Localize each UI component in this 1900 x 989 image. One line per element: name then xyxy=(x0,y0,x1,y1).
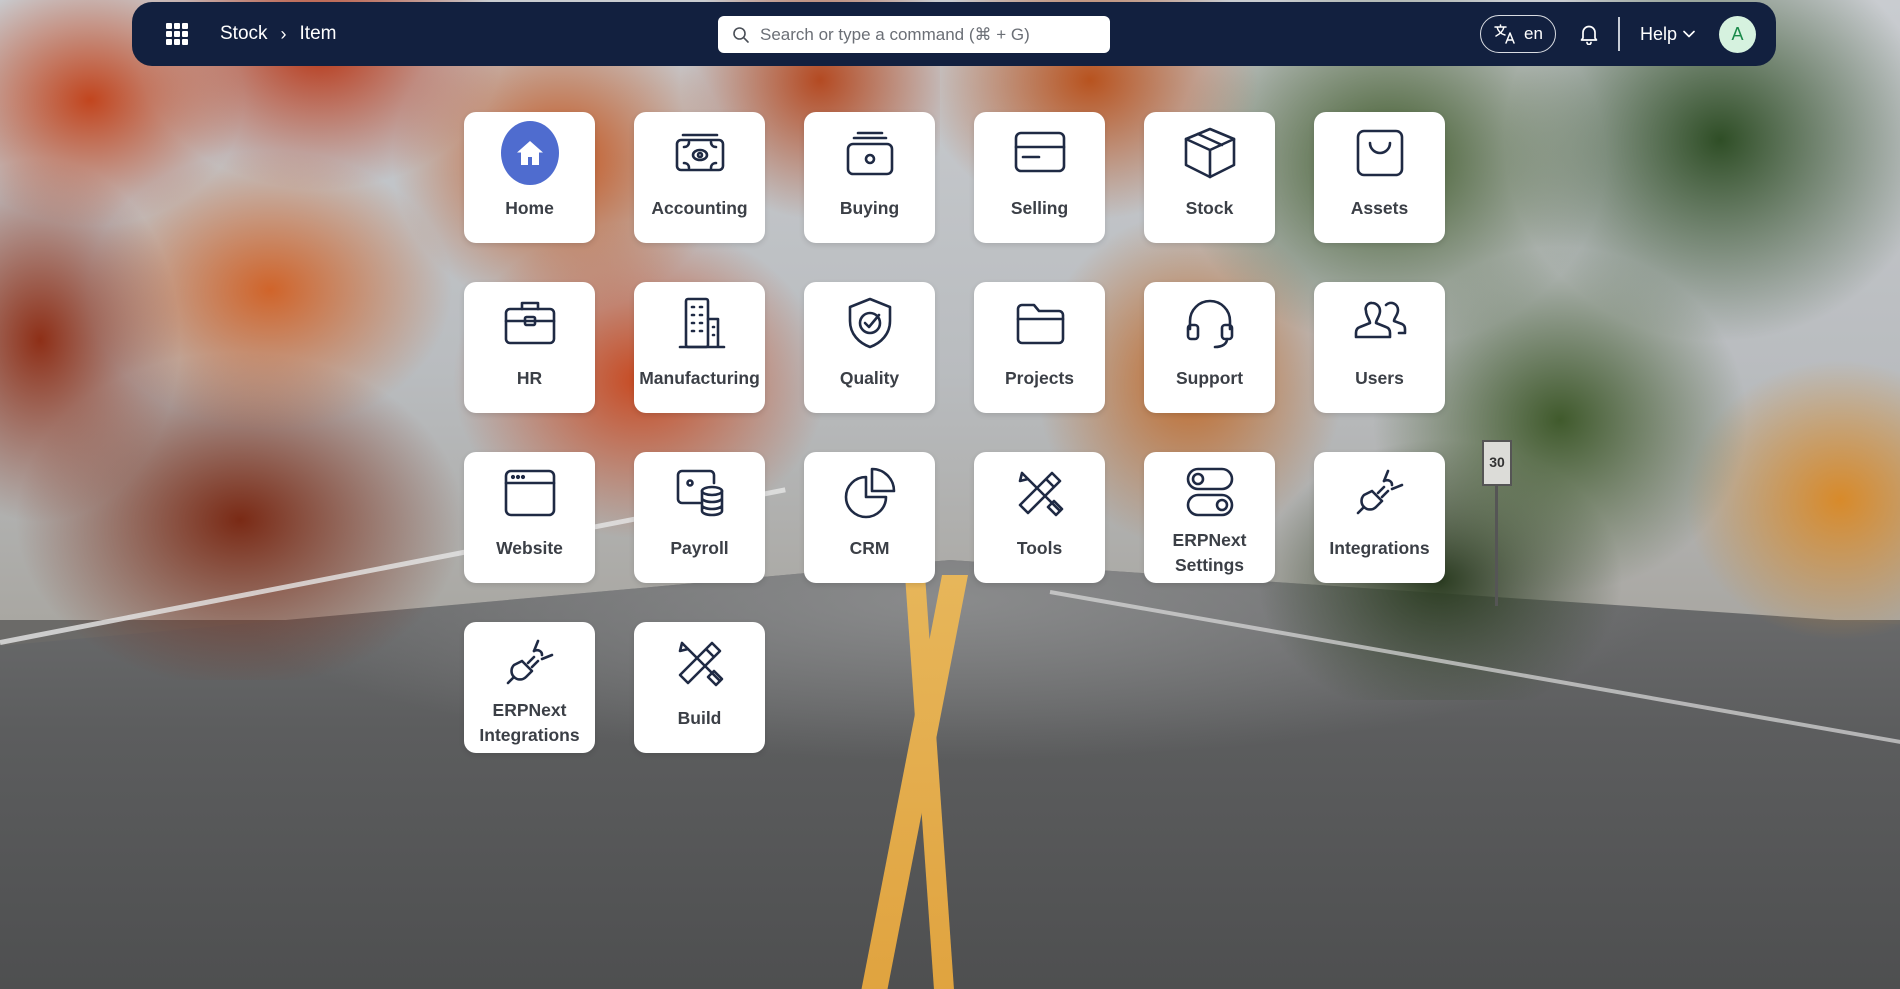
app-label: Build xyxy=(677,708,722,728)
app-tile-stock[interactable]: Stock xyxy=(1144,112,1275,243)
speed-limit-sign: 30 xyxy=(1482,440,1512,486)
headset-icon xyxy=(1186,299,1233,349)
app-tile-payroll[interactable]: Payroll xyxy=(634,452,765,583)
browser-window-icon xyxy=(504,469,555,517)
breadcrumb-item[interactable]: Item xyxy=(300,23,337,45)
app-label: ERPNext Settings xyxy=(1172,530,1247,575)
help-label: Help xyxy=(1639,23,1677,44)
app-tile-projects[interactable]: Projects xyxy=(974,282,1105,413)
money-icon xyxy=(675,133,724,172)
app-label: Manufacturing xyxy=(639,368,760,388)
app-tile-support[interactable]: Support xyxy=(1144,282,1275,413)
navbar-divider xyxy=(1617,17,1620,51)
app-tile-website[interactable]: Website xyxy=(464,452,595,583)
app-label: Website xyxy=(496,538,563,558)
box-icon xyxy=(1184,127,1235,179)
app-label: CRM xyxy=(849,538,890,558)
background-image: 30 xyxy=(0,0,1900,989)
language-code: en xyxy=(1524,24,1543,43)
app-label: Selling xyxy=(1010,198,1069,218)
app-label: Stock xyxy=(1185,198,1234,218)
app-tile-selling[interactable]: Selling xyxy=(974,112,1105,243)
app-label: Tools xyxy=(1016,538,1063,558)
search-input[interactable] xyxy=(760,24,1090,45)
app-tile-integrations[interactable]: Integrations xyxy=(1314,452,1445,583)
hammer-icon xyxy=(678,641,723,687)
folder-icon xyxy=(1016,303,1064,345)
card-icon xyxy=(1014,131,1065,173)
navbar-right-group: en Help A xyxy=(1480,2,1756,66)
briefcase-icon xyxy=(504,301,555,345)
app-tile-erpnext-settings[interactable]: ERPNext Settings xyxy=(1144,452,1275,583)
app-tile-manufacturing[interactable]: Manufacturing xyxy=(634,282,765,413)
plug-icon xyxy=(1356,469,1403,515)
app-label: HR xyxy=(516,368,543,388)
notifications-button[interactable] xyxy=(1578,23,1600,45)
home-icon xyxy=(500,121,559,185)
app-label: Integrations xyxy=(1329,538,1430,558)
app-tile-hr[interactable]: HR xyxy=(464,282,595,413)
shield-check-icon xyxy=(848,297,891,349)
translate-icon xyxy=(1494,24,1515,44)
app-tile-build[interactable]: Build xyxy=(634,622,765,753)
toggles-icon xyxy=(1186,467,1233,517)
app-tile-buying[interactable]: Buying xyxy=(804,112,935,243)
bag-icon xyxy=(1356,129,1403,177)
search-bar[interactable] xyxy=(718,16,1110,53)
help-dropdown[interactable]: Help xyxy=(1640,24,1695,45)
apps-menu-button[interactable] xyxy=(162,19,192,49)
app-tile-users[interactable]: Users xyxy=(1314,282,1445,413)
payroll-icon xyxy=(676,469,723,517)
app-label: Payroll xyxy=(670,538,729,558)
app-tile-crm[interactable]: CRM xyxy=(804,452,935,583)
breadcrumb: Stock › Item xyxy=(220,23,336,45)
search-icon xyxy=(733,26,749,43)
navbar: Stock › Item en Help xyxy=(132,2,1776,66)
app-label: Assets xyxy=(1350,198,1409,218)
app-label: Buying xyxy=(839,198,900,218)
bell-icon xyxy=(1580,25,1598,45)
avatar[interactable]: A xyxy=(1719,15,1756,53)
grid-apps-icon xyxy=(166,23,188,45)
app-tile-erpnext-integrations[interactable]: ERPNext Integrations xyxy=(464,622,595,753)
app-label: Projects xyxy=(1004,368,1075,388)
app-tile-accounting[interactable]: Accounting xyxy=(634,112,765,243)
app-label: Home xyxy=(505,198,554,218)
app-tile-home[interactable]: Home xyxy=(464,112,595,243)
app-tile-quality[interactable]: Quality xyxy=(804,282,935,413)
shopping-bag-icon xyxy=(846,131,893,176)
app-label: Support xyxy=(1175,368,1244,388)
app-label: Users xyxy=(1355,368,1404,388)
breadcrumb-separator: › xyxy=(280,23,287,44)
tools-icon xyxy=(1018,471,1063,517)
app-label: Quality xyxy=(839,368,900,388)
users-icon xyxy=(1354,301,1406,339)
breadcrumb-stock[interactable]: Stock xyxy=(220,23,268,45)
app-label: Accounting xyxy=(651,198,748,218)
building-icon xyxy=(678,297,725,349)
plug-icon xyxy=(506,639,553,685)
speed-sign-post xyxy=(1495,486,1498,606)
app-tile-assets[interactable]: Assets xyxy=(1314,112,1445,243)
pie-chart-icon xyxy=(844,467,895,519)
app-label: ERPNext Integrations xyxy=(479,700,580,745)
chevron-down-icon xyxy=(1683,30,1695,38)
app-tile-tools[interactable]: Tools xyxy=(974,452,1105,583)
language-switcher-button[interactable]: en xyxy=(1480,15,1556,53)
